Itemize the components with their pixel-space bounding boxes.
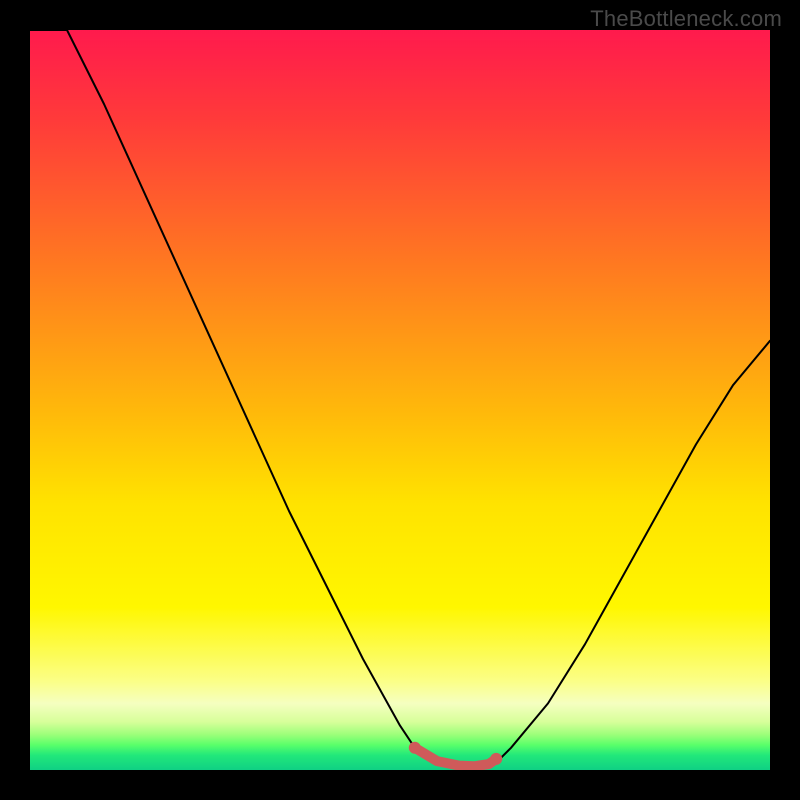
chart-svg	[30, 30, 770, 770]
bottleneck-curve	[30, 30, 770, 770]
watermark-text: TheBottleneck.com	[590, 6, 782, 32]
optimal-range-marker	[409, 742, 502, 767]
chart-frame: TheBottleneck.com	[0, 0, 800, 800]
plot-area	[30, 30, 770, 770]
